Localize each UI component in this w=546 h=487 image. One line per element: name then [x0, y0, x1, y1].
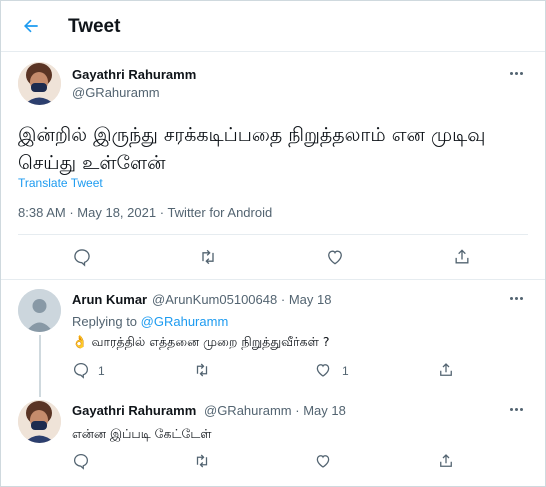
- tweet-date[interactable]: May 18, 2021: [77, 205, 156, 220]
- meta-separator: ·: [280, 292, 286, 307]
- author-handle-text[interactable]: @ArunKum05100648: [152, 292, 277, 307]
- author-name[interactable]: Arun Kumar: [72, 292, 147, 307]
- thread-line: [39, 335, 41, 397]
- translate-link[interactable]: Translate Tweet: [18, 176, 103, 190]
- tweet-date[interactable]: May 18: [289, 292, 332, 307]
- meta-separator: ·: [69, 205, 74, 220]
- more-icon[interactable]: [510, 408, 524, 412]
- avatar[interactable]: [18, 400, 61, 443]
- author-name[interactable]: Gayathri Rahuramm: [72, 67, 196, 82]
- author-handle: @GRahuramm · May 18: [204, 403, 346, 418]
- tweet-meta: 8:38 AM · May 18, 2021 · Twitter for And…: [18, 205, 272, 220]
- share-icon[interactable]: [452, 247, 472, 267]
- tweet-time[interactable]: 8:38 AM: [18, 205, 66, 220]
- meta-separator: ·: [295, 403, 300, 418]
- like-icon[interactable]: [314, 361, 332, 379]
- replying-to: Replying to @GRahuramm: [72, 314, 228, 329]
- reply-icon[interactable]: [72, 247, 92, 267]
- replying-to-handle[interactable]: @GRahuramm: [141, 314, 229, 329]
- retweet-icon[interactable]: [193, 361, 211, 379]
- page-title: Tweet: [68, 16, 121, 37]
- divider: [18, 234, 528, 235]
- reply-icon[interactable]: [72, 452, 90, 470]
- reply-text: என்ன இப்படி கேட்டேள்: [72, 426, 212, 441]
- arrow-left-icon[interactable]: [21, 16, 41, 36]
- more-icon[interactable]: [510, 297, 524, 301]
- tweet-text: இன்றில் இருந்து சரக்கடிப்பதை நிறுத்தலாம்…: [18, 124, 486, 174]
- meta-separator: ·: [159, 205, 165, 220]
- retweet-icon[interactable]: [198, 247, 218, 267]
- avatar[interactable]: [18, 62, 61, 105]
- reply-count: 1: [98, 364, 105, 378]
- author-name[interactable]: Gayathri Rahuramm: [72, 403, 196, 418]
- tweet-source[interactable]: Twitter for Android: [167, 205, 272, 220]
- like-icon[interactable]: [314, 452, 332, 470]
- author-handle: @ArunKum05100648 · May 18: [152, 292, 331, 307]
- tweet-page: Tweet Gayathri Rahuramm @GRahuramm இன்றி…: [0, 0, 546, 487]
- retweet-icon[interactable]: [193, 452, 211, 470]
- avatar[interactable]: [18, 289, 61, 332]
- replying-to-label: Replying to: [72, 314, 138, 329]
- tweet-date[interactable]: May 18: [303, 403, 346, 418]
- reply-icon[interactable]: [72, 361, 90, 379]
- divider: [1, 279, 545, 280]
- header: Tweet: [1, 1, 545, 52]
- more-icon[interactable]: [510, 72, 524, 76]
- share-icon[interactable]: [437, 452, 455, 470]
- share-icon[interactable]: [437, 361, 455, 379]
- author-handle[interactable]: @GRahuramm: [72, 85, 160, 100]
- like-count: 1: [342, 364, 349, 378]
- like-icon[interactable]: [325, 247, 345, 267]
- author-handle-text[interactable]: @GRahuramm: [204, 403, 292, 418]
- reply-text: 👌 வாரத்தில் எத்தனை முறை நிறுத்துவீர்கள் …: [72, 334, 330, 349]
